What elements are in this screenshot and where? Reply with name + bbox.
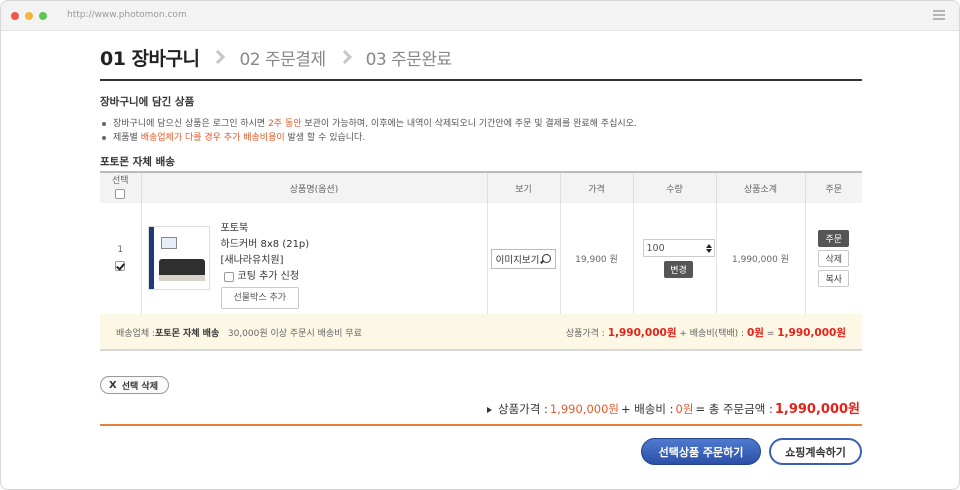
header-price: 가격 bbox=[559, 171, 633, 203]
header-select: 선택 bbox=[100, 171, 141, 203]
chevron-right-icon bbox=[337, 49, 352, 65]
order-steps: 01 장바구니 02 주문결제 03 주문완료 bbox=[100, 44, 452, 70]
cart-notes: 장바구니에 담으신 상품은 로그인 하시면 2주 동안 보관이 가능하며, 이후… bbox=[100, 117, 860, 145]
coating-option[interactable]: 코팅 추가 신청 bbox=[223, 269, 310, 285]
header-product: 상품명(옵션) bbox=[140, 171, 487, 203]
qty-cell: 100 변경 bbox=[632, 203, 716, 315]
product-name: 포토북 bbox=[220, 223, 249, 234]
steps-divider bbox=[100, 79, 862, 81]
header-order: 주문 bbox=[804, 171, 862, 203]
chevron-right-icon bbox=[211, 49, 226, 65]
image-view-button[interactable]: 이미지보기 bbox=[490, 248, 557, 269]
spin-up-icon bbox=[705, 243, 712, 248]
step-complete: 03 주문완료 bbox=[365, 49, 453, 70]
select-all-checkbox[interactable] bbox=[115, 188, 126, 199]
summary-divider bbox=[100, 424, 862, 426]
quantity-stepper[interactable]: 100 bbox=[642, 239, 715, 257]
group-shipping-fee: 0원 bbox=[746, 327, 764, 339]
shipping-summary-bar: 배송업체 :포토몬 자체 배송 30,000원 이상 주문시 배송비 무료 상품… bbox=[100, 314, 862, 351]
delete-item-button[interactable]: 삭제 bbox=[818, 250, 850, 267]
product-option: 하드커버 8x8 (21p) bbox=[220, 239, 310, 250]
maximize-window-dot[interactable] bbox=[39, 12, 47, 20]
continue-shopping-button[interactable]: 쇼핑계속하기 bbox=[769, 438, 862, 465]
product-cell: 포토북 하드커버 8x8 (21p) [새나라유치원] 코팅 추가 신청 선물박… bbox=[140, 203, 487, 315]
order-cell: 주문 삭제 복사 bbox=[804, 203, 862, 315]
header-view: 보기 bbox=[486, 171, 560, 203]
view-cell: 이미지보기 bbox=[486, 203, 560, 315]
coating-checkbox[interactable] bbox=[223, 272, 234, 282]
row-checkbox[interactable] bbox=[115, 261, 126, 272]
step-payment: 02 주문결제 bbox=[239, 49, 326, 70]
row-select-cell: 1 bbox=[100, 203, 141, 315]
address-bar[interactable]: http://www.photomon.com bbox=[67, 10, 187, 20]
change-quantity-button[interactable]: 변경 bbox=[664, 261, 693, 278]
triangle-right-icon bbox=[487, 407, 493, 413]
product-thumbnail[interactable] bbox=[147, 226, 210, 290]
summary-total: 1,990,000원 bbox=[774, 402, 860, 417]
price-cell: 19,900 원 bbox=[559, 203, 633, 315]
search-icon bbox=[542, 254, 552, 263]
order-summary: 상품가격 : 1,990,000원 + 배송비 : 0원 = 총 주문금액 : … bbox=[487, 398, 860, 417]
summary-shipping-fee: 0원 bbox=[675, 402, 694, 416]
browser-titlebar: http://www.photomon.com bbox=[1, 1, 959, 31]
close-icon: X bbox=[109, 379, 117, 391]
table-row: 1 포토북 하드커버 8x8 (21p) [새나라유치원] 코팅 추가 신청 선… bbox=[100, 203, 862, 315]
gift-box-button[interactable]: 선물박스 추가 bbox=[220, 287, 300, 309]
product-theme: [새나라유치원] bbox=[220, 255, 284, 266]
header-subtotal: 상품소계 bbox=[715, 171, 805, 203]
row-number: 1 bbox=[117, 245, 124, 256]
note-shipping: 제품별 배송업체가 다를 경우 추가 배송비용이 발생 할 수 있습니다. bbox=[100, 131, 860, 145]
hamburger-menu-icon[interactable] bbox=[933, 10, 945, 20]
group-total: 1,990,000원 bbox=[777, 327, 846, 339]
summary-price: 1,990,000원 bbox=[549, 402, 619, 416]
order-selected-button[interactable]: 선택상품 주문하기 bbox=[641, 438, 761, 465]
vendor-name: 포토몬 자체 배송 bbox=[155, 329, 220, 339]
header-qty: 수량 bbox=[632, 171, 716, 203]
delete-selected-button[interactable]: X 선택 삭제 bbox=[100, 376, 169, 394]
cart-section-title: 장바구니에 담긴 상품 bbox=[100, 96, 195, 108]
close-window-dot[interactable] bbox=[11, 12, 19, 20]
subtotal-cell: 1,990,000 원 bbox=[715, 203, 805, 315]
minimize-window-dot[interactable] bbox=[25, 12, 33, 20]
shipping-group-title: 포토몬 자체 배송 bbox=[100, 156, 175, 168]
cart-table: 선택 상품명(옵션) 보기 가격 수량 상품소계 주문 1 포토북 하드커버 8… bbox=[100, 171, 862, 315]
browser-window: http://www.photomon.com 01 장바구니 02 주문결제 … bbox=[0, 0, 960, 490]
note-storage: 장바구니에 담으신 상품은 로그인 하시면 2주 동안 보관이 가능하며, 이후… bbox=[100, 117, 860, 131]
order-item-button[interactable]: 주문 bbox=[818, 230, 850, 247]
step-cart: 01 장바구니 bbox=[100, 47, 200, 70]
free-shipping-text: 30,000원 이상 주문시 배송비 무료 bbox=[227, 329, 362, 339]
group-price: 1,990,000원 bbox=[607, 327, 677, 339]
copy-item-button[interactable]: 복사 bbox=[818, 270, 850, 287]
spin-down-icon bbox=[705, 248, 712, 253]
